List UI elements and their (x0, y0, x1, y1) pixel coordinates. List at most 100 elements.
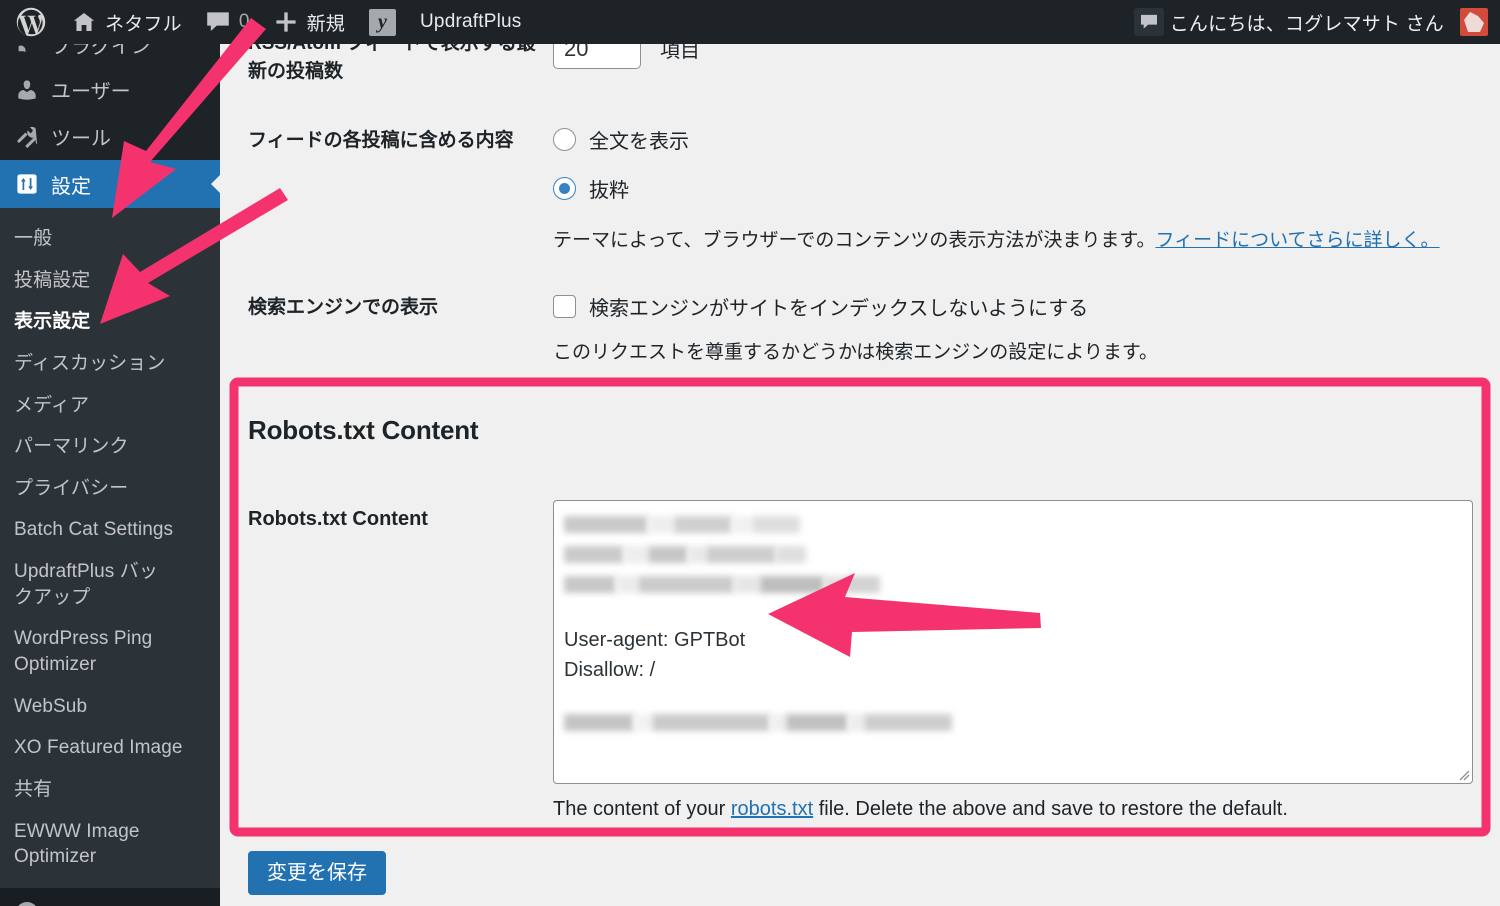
robots-txt-link[interactable]: robots.txt (731, 798, 813, 820)
feed-content-description: テーマによって、ブラウザーでのコンテンツの表示方法が決まります。フィードについて… (553, 227, 1470, 256)
sidebar-subitem-reading[interactable]: 表示設定 (0, 301, 220, 343)
robots-line-user-agent: User-agent: GPTBot (564, 629, 746, 652)
search-visibility-description: このリクエストを尊重するかどうかは検索エンジンの設定によります。 (553, 341, 1158, 363)
sidebar-subitem-wordpress-ping-optimizer[interactable]: WordPress Ping Optimizer (0, 618, 190, 685)
sidebar-subitem-media[interactable]: メディア (0, 385, 220, 427)
search-visibility-label: 検索エンジンでの表示 (248, 296, 439, 318)
sidebar-subitem-writing[interactable]: 投稿設定 (0, 260, 220, 302)
redacted-line (564, 569, 1462, 599)
submenu-label: 表示設定 (14, 311, 91, 333)
sidebar-item-users[interactable]: ユーザー (0, 66, 220, 113)
sidebar-subitem-batch-cat-settings[interactable]: Batch Cat Settings (0, 509, 220, 551)
submenu-label: EWWW Image Optimizer (14, 820, 140, 868)
submenu-label: Batch Cat Settings (14, 519, 174, 541)
my-account-menu[interactable]: こんにちは、コグレマサト さん (1170, 0, 1500, 44)
radio-icon-excerpt[interactable] (553, 177, 576, 201)
screen: プラグイン ユーザー ツール 設定 一般 投稿設定 表示設定 ディスカッション … (0, 0, 1500, 906)
submenu-label: 共有 (14, 778, 53, 800)
yoast-logo-icon: y (369, 8, 396, 36)
user-icon (14, 78, 40, 102)
row-feed-content: フィードの各投稿に含める内容 全文を表示 抜粋 テーマによって、ブラウザーでのコ… (220, 85, 1500, 256)
robots-line-disallow: Disallow: / (564, 659, 656, 682)
settings-submenu: 一般 投稿設定 表示設定 ディスカッション メディア パーマリンク プライバシー… (0, 208, 220, 888)
sidebar-subitem-ewww-image-optimizer[interactable]: EWWW Image Optimizer (0, 811, 190, 878)
comment-bubble-icon (1133, 8, 1164, 36)
sidebar-subitem-discussion[interactable]: ディスカッション (0, 343, 220, 385)
admin-sidebar: プラグイン ユーザー ツール 設定 一般 投稿設定 表示設定 ディスカッション … (0, 0, 221, 906)
save-changes-button[interactable]: 変更を保存 (248, 851, 386, 896)
submenu-label: 一般 (14, 228, 53, 249)
sidebar-subitem-sharing[interactable]: 共有 (0, 769, 220, 811)
checkbox-discourage-search-engines[interactable]: 検索エンジンがサイトをインデックスしないようにする (553, 292, 1470, 321)
wordpress-logo-icon (16, 7, 46, 37)
robots-description: The content of your robots.txt file. Del… (553, 798, 1473, 821)
checkbox-icon[interactable] (553, 294, 576, 318)
radio-option-full-text[interactable]: 全文を表示 (553, 125, 1470, 154)
robots-section-title: Robots.txt Content (248, 415, 479, 446)
robots-txt-section: Robots.txt Content Robots.txt Content Us… (220, 415, 1500, 821)
submenu-label: WebSub (14, 695, 88, 717)
yoast-logo-letter: y (377, 10, 388, 33)
submenu-label: WordPress Ping Optimizer (14, 628, 153, 676)
submenu-label: 投稿設定 (14, 269, 91, 291)
sidebar-subitem-websub[interactable]: WebSub (0, 686, 220, 728)
new-content-menu[interactable]: 新規 (262, 0, 357, 44)
robots-field-label: Robots.txt Content (248, 508, 428, 531)
submenu-label: メディア (14, 394, 90, 416)
site-name-menu[interactable]: ネタフル (60, 0, 194, 44)
sidebar-subitem-privacy[interactable]: プライバシー (0, 468, 220, 510)
feed-content-label: フィードの各投稿に含める内容 (248, 130, 514, 152)
sidebar-item-label: ユーザー (51, 81, 131, 103)
updraftplus-menu[interactable]: UpdraftPlus (408, 0, 533, 44)
admin-bar: ネタフル 0 新規 y UpdraftPlus こんにちは、コグレマサト さん (0, 0, 1500, 44)
sidebar-item-label: 設定 (51, 175, 91, 198)
sidebar-subitem-general[interactable]: 一般 (0, 218, 220, 260)
sidebar-item-label: ツール (51, 128, 111, 150)
sidebar-subitem-xo-featured-image[interactable]: XO Featured Image (0, 727, 220, 769)
comments-menu[interactable]: 0 (194, 0, 262, 44)
radio-option-excerpt[interactable]: 抜粋 (553, 174, 1470, 203)
main-content: RSS/Atom フィードで表示する最新の投稿数 項目 フィードの各投稿に含める… (220, 0, 1500, 906)
sidebar-item-settings[interactable]: 設定 (0, 160, 221, 208)
redacted-line (564, 707, 1462, 737)
admin-bar-right: こんにちは、コグレマサト さん (1122, 0, 1500, 44)
search-visibility-field: 検索エンジンがサイトをインデックスしないようにする このリクエストを尊重するかど… (553, 292, 1470, 368)
avatar (1460, 8, 1488, 36)
sidebar-item-profilepress[interactable]: ProfilePress (0, 887, 220, 906)
row-robots-content: Robots.txt Content User-agent: GPTBot Di… (248, 500, 1473, 821)
admin-bar-left: ネタフル 0 新規 y UpdraftPlus (0, 0, 533, 44)
submenu-label: UpdraftPlus バックアップ (14, 561, 158, 608)
comment-bubble-icon (206, 11, 230, 33)
checkbox-label: 検索エンジンがサイトをインデックスしないようにする (589, 297, 1089, 320)
wrench-icon (14, 125, 40, 149)
yoast-menu[interactable]: y (357, 0, 408, 44)
plus-icon (274, 10, 298, 34)
robots-description-after: file. Delete the above and save to resto… (813, 798, 1288, 821)
sidebar-subitem-permalinks[interactable]: パーマリンク (0, 426, 220, 468)
notifications-menu[interactable] (1122, 0, 1170, 44)
comments-count: 0 (238, 11, 250, 32)
profilepress-icon (14, 901, 40, 906)
feeds-learn-more-link[interactable]: フィードについてさらに詳しく。 (1156, 230, 1440, 251)
submenu-label: パーマリンク (14, 436, 129, 458)
submenu-label: XO Featured Image (14, 737, 183, 759)
textarea-resize-handle[interactable] (1454, 765, 1470, 781)
robots-textarea[interactable]: User-agent: GPTBot Disallow: / (553, 500, 1473, 785)
sidebar-subitem-updraftplus[interactable]: UpdraftPlus バックアップ (0, 551, 190, 618)
radio-label: 抜粋 (589, 180, 629, 203)
feed-content-field: 全文を表示 抜粋 テーマによって、ブラウザーでのコンテンツの表示方法が決まります… (553, 125, 1470, 256)
radio-icon-full-text[interactable] (553, 128, 576, 152)
feed-content-description-text: テーマによって、ブラウザーでのコンテンツの表示方法が決まります。 (553, 230, 1156, 252)
row-search-visibility: 検索エンジンでの表示 検索エンジンがサイトをインデックスしないようにする このリ… (220, 256, 1500, 368)
wp-logo-menu[interactable] (0, 0, 60, 44)
submit-area: 変更を保存 (220, 821, 1500, 896)
redacted-line (564, 509, 1462, 539)
settings-sliders-icon (14, 172, 40, 196)
submenu-label: ディスカッション (14, 352, 166, 374)
sidebar-item-tools[interactable]: ツール (0, 113, 220, 160)
greeting-text: こんにちは、コグレマサト さん (1169, 13, 1444, 35)
robots-field-wrap: User-agent: GPTBot Disallow: / The conte… (553, 500, 1473, 821)
home-icon (72, 10, 96, 34)
radio-label: 全文を表示 (589, 131, 689, 154)
redacted-line (564, 539, 1462, 569)
